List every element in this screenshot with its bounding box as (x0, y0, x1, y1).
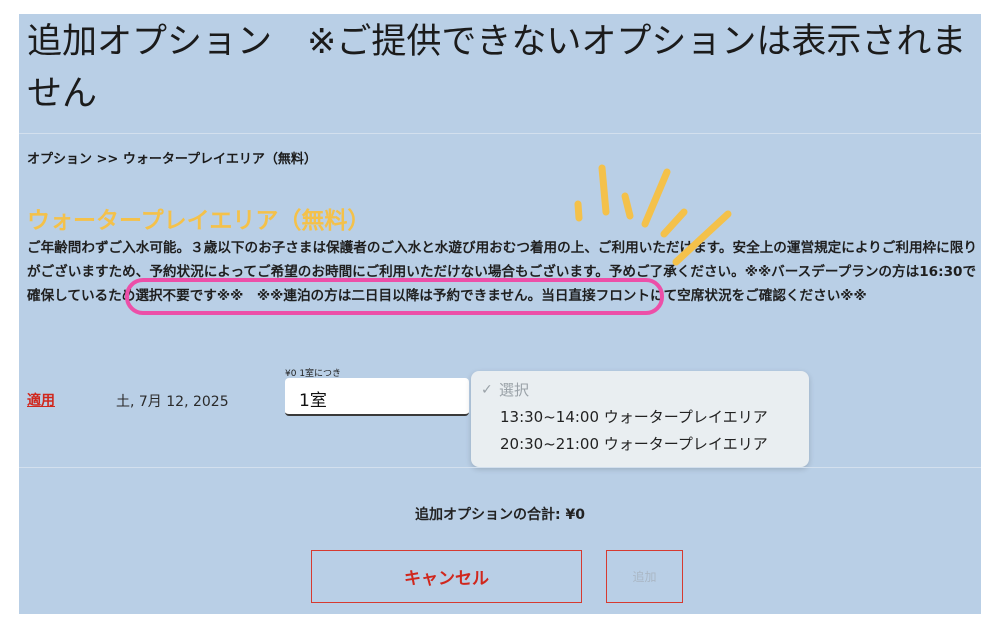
cancel-button[interactable]: キャンセル (311, 550, 582, 603)
breadcrumb: オプション >> ウォータープレイエリア（無料） (27, 152, 317, 167)
option-label: 選択 (499, 381, 530, 399)
section-title: ウォータープレイエリア（無料） (27, 208, 371, 234)
option-date: 土, 7月 12, 2025 (116, 394, 229, 410)
option-description: ご年齢問わずご入水可能。３歳以下のお子さまは保護者のご入水と水遊び用おむつ着用の… (27, 240, 977, 304)
divider (19, 133, 981, 134)
page-title: 追加オプション ※ご提供できないオプションは表示されません (27, 22, 967, 114)
dropdown-option[interactable]: 20:30~21:00 ウォータープレイエリア (471, 431, 809, 458)
room-quantity-select[interactable]: 1室 (285, 378, 469, 416)
dropdown-option-placeholder[interactable]: ✓ 選択 (471, 377, 809, 404)
dropdown-option[interactable]: 13:30~14:00 ウォータープレイエリア (471, 404, 809, 431)
divider (19, 467, 981, 468)
options-total: 追加オプションの合計: ¥0 (415, 507, 585, 523)
apply-link[interactable]: 適用 (27, 390, 55, 410)
add-button[interactable]: 追加 (606, 550, 683, 603)
options-panel: 追加オプション ※ご提供できないオプションは表示されません オプション >> ウ… (19, 14, 981, 614)
time-slot-dropdown[interactable]: ✓ 選択 13:30~14:00 ウォータープレイエリア 20:30~21:00… (471, 371, 809, 467)
checkmark-icon: ✓ (481, 382, 493, 398)
